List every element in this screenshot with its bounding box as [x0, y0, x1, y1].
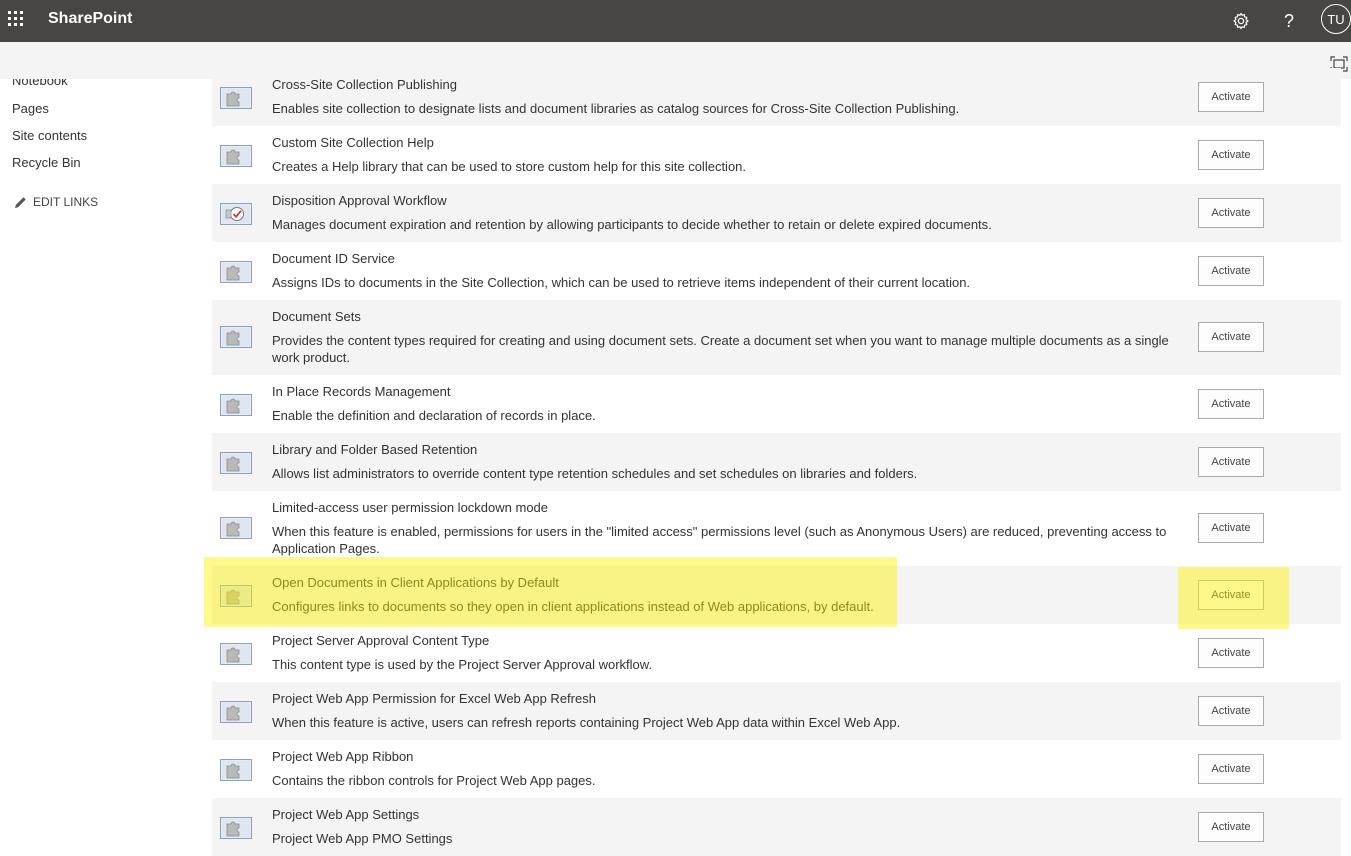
feature-description: Assigns IDs to documents in the Site Col…	[272, 275, 971, 290]
feature-description: Configures links to documents so they op…	[272, 599, 874, 614]
feature-description: Project Web App PMO Settings	[272, 831, 453, 846]
feature-title: Disposition Approval Workflow	[272, 193, 447, 208]
feature-row-document-id-service: Document ID Service Assigns IDs to docume…	[212, 242, 1341, 300]
nav-item-pages[interactable]: Pages	[12, 101, 49, 116]
feature-row-open-documents-in-client-applications-by-default: Open Documents in Client Applications by…	[212, 566, 1341, 624]
feature-description: This content type is used by the Project…	[272, 657, 653, 672]
activate-button[interactable]: Activate	[1198, 256, 1264, 286]
feature-puzzle-icon	[220, 452, 252, 474]
activate-button[interactable]: Activate	[1198, 638, 1264, 668]
feature-puzzle-icon	[220, 701, 252, 723]
feature-title: Project Web App Ribbon	[272, 749, 414, 764]
feature-row-cross-site-collection-publishing: Cross-Site Collection Publishing Enables …	[212, 68, 1341, 126]
gear-icon[interactable]	[1226, 6, 1256, 36]
activate-button[interactable]: Activate	[1198, 812, 1264, 842]
feature-puzzle-icon	[220, 817, 252, 839]
feature-title: Cross-Site Collection Publishing	[272, 77, 457, 92]
feature-description: Allows list administrators to override c…	[272, 466, 918, 481]
feature-title: Open Documents in Client Applications by…	[272, 575, 559, 590]
feature-puzzle-icon	[220, 326, 252, 348]
app-launcher-icon[interactable]	[6, 9, 28, 31]
app-name[interactable]: SharePoint	[48, 10, 132, 28]
feature-title: Project Web App Settings	[272, 807, 420, 822]
feature-row-disposition-approval-workflow: Disposition Approval Workflow Manages doc…	[212, 184, 1341, 242]
activate-button[interactable]: Activate	[1198, 754, 1264, 784]
feature-title: Limited-access user permission lockdown …	[272, 500, 549, 515]
feature-title: Document Sets	[272, 309, 361, 324]
feature-row-limited-access-user-permission-lockdown-mode: Limited-access user permission lockdown …	[212, 491, 1341, 566]
feature-row-project-web-app-settings: Project Web App Settings Project Web App …	[212, 798, 1341, 856]
nav-item-recycle-bin[interactable]: Recycle Bin	[12, 155, 81, 170]
feature-title: In Place Records Management	[272, 384, 451, 399]
feature-title: Project Server Approval Content Type	[272, 633, 490, 648]
feature-row-project-web-app-permission-for-excel-web-app-refresh: Project Web App Permission for Excel Web…	[212, 682, 1341, 740]
workflow-approval-icon	[220, 203, 252, 225]
help-icon[interactable]: ?	[1274, 6, 1304, 36]
activate-button[interactable]: Activate	[1198, 580, 1264, 610]
feature-puzzle-icon	[220, 517, 252, 539]
pencil-icon	[15, 196, 26, 208]
activate-button[interactable]: Activate	[1198, 447, 1264, 477]
feature-title: Custom Site Collection Help	[272, 135, 434, 150]
nav-item-site-contents[interactable]: Site contents	[12, 128, 87, 143]
feature-puzzle-icon	[220, 585, 252, 607]
feature-puzzle-icon	[220, 394, 252, 416]
feature-title: Library and Folder Based Retention	[272, 442, 478, 457]
feature-row-project-web-app-ribbon: Project Web App Ribbon Contains the ribbo…	[212, 740, 1341, 798]
activate-button[interactable]: Activate	[1198, 513, 1264, 543]
edit-links-label: EDIT LINKS	[33, 195, 99, 209]
feature-description: Provides the content types required for …	[272, 333, 1169, 365]
feature-description: Manages document expiration and retentio…	[272, 217, 992, 232]
feature-row-project-server-approval-content-type: Project Server Approval Content Type This…	[212, 624, 1341, 682]
feature-description: When this feature is enabled, permission…	[272, 524, 1167, 556]
feature-puzzle-icon	[220, 145, 252, 167]
feature-row-library-and-folder-based-retention: Library and Folder Based Retention Allows…	[212, 433, 1341, 491]
activate-button[interactable]: Activate	[1198, 198, 1264, 228]
nav-item-notebook[interactable]: Notebook	[12, 79, 68, 88]
feature-puzzle-icon	[220, 87, 252, 109]
feature-description: Creates a Help library that can be used …	[272, 159, 747, 174]
feature-description: Enables site collection to designate lis…	[272, 101, 960, 116]
feature-description: Enable the definition and declaration of…	[272, 408, 596, 423]
feature-row-custom-site-collection-help: Custom Site Collection Help Creates a Hel…	[212, 126, 1341, 184]
feature-puzzle-icon	[220, 643, 252, 665]
feature-title: Document ID Service	[272, 251, 395, 266]
suite-bar: SharePoint ? TU	[0, 0, 1351, 42]
activate-button[interactable]: Activate	[1198, 140, 1264, 170]
quick-launch: Notebook Pages Site contents Recycle Bin…	[0, 79, 200, 279]
feature-puzzle-icon	[220, 759, 252, 781]
activate-button[interactable]: Activate	[1198, 322, 1264, 352]
activate-button[interactable]: Activate	[1198, 389, 1264, 419]
activate-button[interactable]: Activate	[1198, 696, 1264, 726]
feature-puzzle-icon	[220, 261, 252, 283]
feature-row-document-sets: Document Sets Provides the content types …	[212, 300, 1341, 375]
feature-description: When this feature is active, users can r…	[272, 715, 901, 730]
activate-button[interactable]: Activate	[1198, 82, 1264, 112]
avatar[interactable]: TU	[1321, 4, 1351, 34]
edit-links-button[interactable]: EDIT LINKS	[14, 195, 98, 209]
feature-title: Project Web App Permission for Excel Web…	[272, 691, 596, 706]
feature-description: Contains the ribbon controls for Project…	[272, 773, 596, 788]
feature-row-in-place-records-management: In Place Records Management Enable the de…	[212, 375, 1341, 433]
